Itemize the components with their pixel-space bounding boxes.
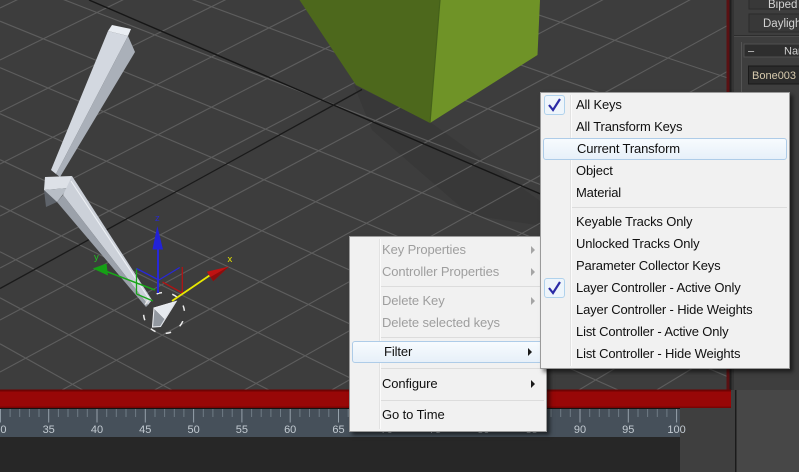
svg-text:Daylight...: Daylight...	[763, 18, 799, 30]
svg-text:Biped: Biped	[768, 0, 797, 11]
svg-text:100: 100	[667, 424, 685, 436]
svg-text:Bone003: Bone003	[752, 70, 796, 82]
svg-text:30: 30	[0, 424, 7, 436]
svg-text:35: 35	[43, 424, 55, 436]
svg-text:Name: Name	[784, 46, 799, 58]
svg-text:65: 65	[332, 424, 344, 436]
svg-text:–: –	[748, 46, 755, 58]
svg-text:50: 50	[187, 424, 199, 436]
svg-text:45: 45	[139, 424, 151, 436]
svg-text:z: z	[155, 213, 160, 224]
svg-text:90: 90	[574, 424, 586, 436]
svg-text:40: 40	[91, 424, 103, 436]
svg-text:55: 55	[236, 424, 248, 436]
svg-text:60: 60	[284, 424, 296, 436]
svg-text:95: 95	[622, 424, 634, 436]
svg-text:x: x	[228, 254, 233, 265]
svg-text:y: y	[94, 252, 99, 263]
